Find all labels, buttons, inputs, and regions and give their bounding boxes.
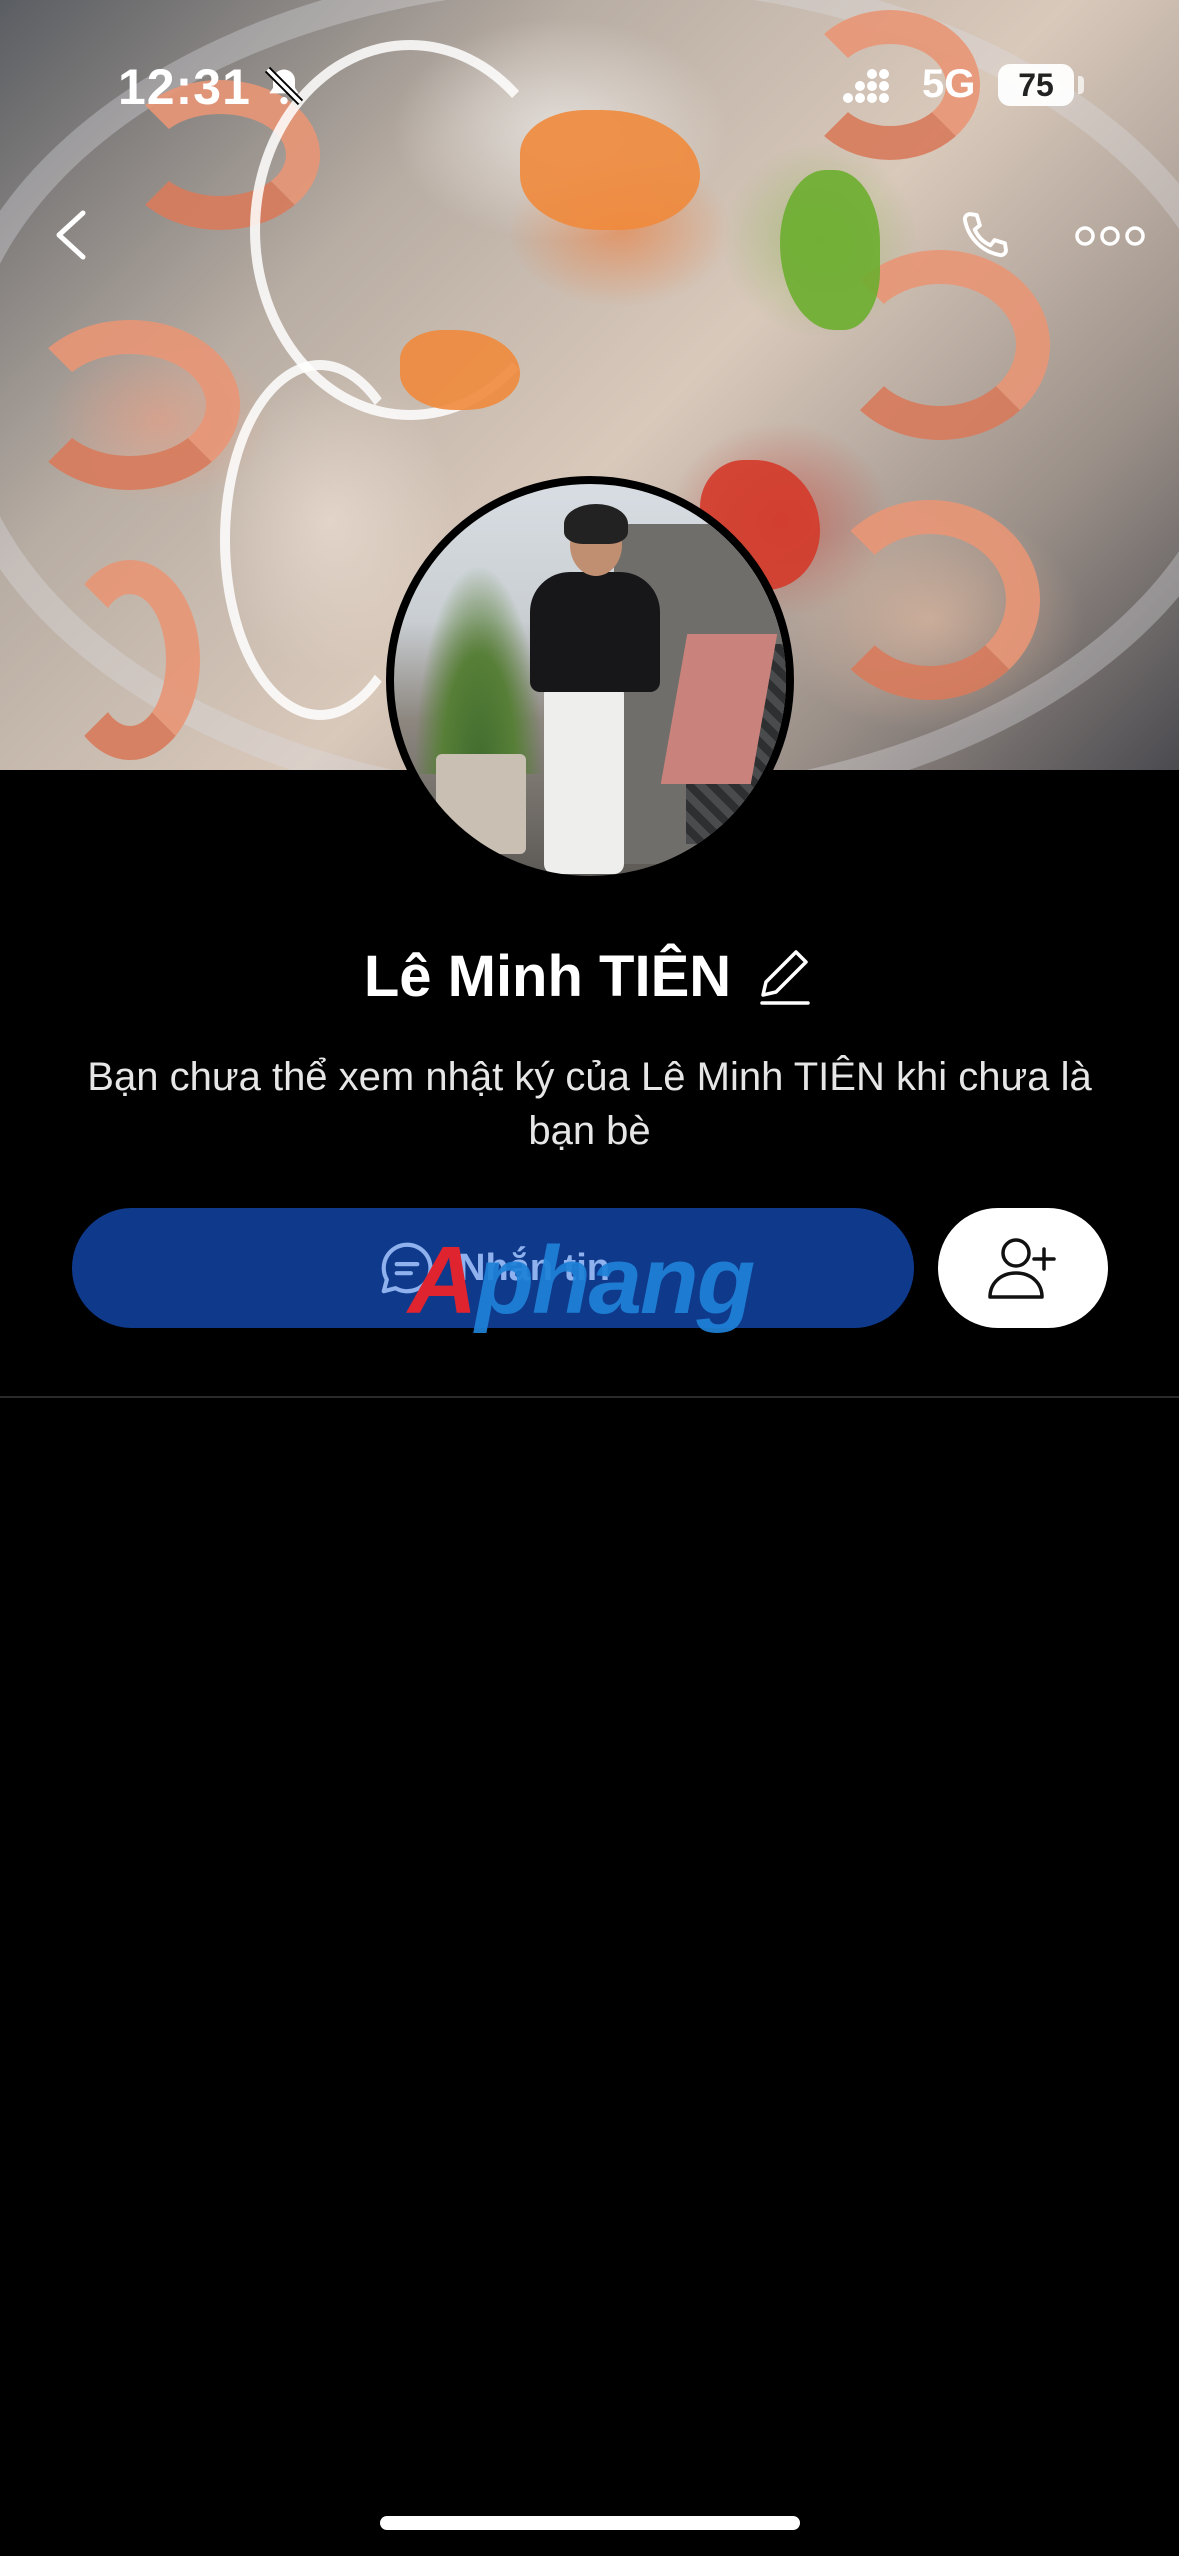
chat-bubble-icon (381, 1242, 433, 1294)
privacy-notice: Bạn chưa thể xem nhật ký của Lê Minh TIÊ… (87, 1055, 1092, 1153)
chevron-left-icon (56, 210, 86, 260)
section-divider (0, 1396, 1179, 1398)
add-friend-button[interactable] (938, 1208, 1108, 1328)
battery-tip (1078, 76, 1084, 94)
signal-icon (843, 69, 889, 103)
avatar-person-hair (564, 504, 628, 544)
avatar-pot (436, 754, 526, 854)
avatar-person-body (530, 572, 660, 692)
shrimp-decoration (820, 500, 1040, 700)
profile-avatar[interactable] (386, 476, 794, 884)
edit-nickname-button[interactable] (755, 944, 815, 1008)
shrimp-decoration (20, 320, 240, 490)
status-bar: 12:31 5G 75 (0, 0, 1179, 170)
phone-icon (962, 212, 1008, 258)
bell-slash-icon (264, 66, 304, 106)
network-type: 5G (922, 62, 976, 106)
call-button[interactable] (944, 198, 1024, 274)
battery-icon: 75 (998, 64, 1074, 106)
shrimp-decoration (60, 560, 200, 760)
pencil-icon (760, 950, 810, 1005)
profile-page: 12:31 5G 75 Lê Minh TIÊN Bạn chưa thể xe… (0, 0, 1179, 2556)
profile-name-row: Lê Minh TIÊN (0, 938, 1179, 1014)
back-button[interactable] (36, 200, 106, 270)
avatar-person-legs (544, 684, 624, 874)
profile-name: Lê Minh TIÊN (363, 943, 732, 1009)
avatar-plant (414, 564, 544, 774)
message-button-label: Nhắn tin (458, 1246, 610, 1289)
status-time: 12:31 (118, 59, 251, 115)
more-options-button[interactable] (1070, 206, 1150, 266)
more-dots-icon (1075, 226, 1145, 246)
home-indicator[interactable] (380, 2516, 800, 2530)
add-user-icon (988, 1238, 1056, 1299)
message-button[interactable]: Nhắn tin (72, 1208, 914, 1328)
